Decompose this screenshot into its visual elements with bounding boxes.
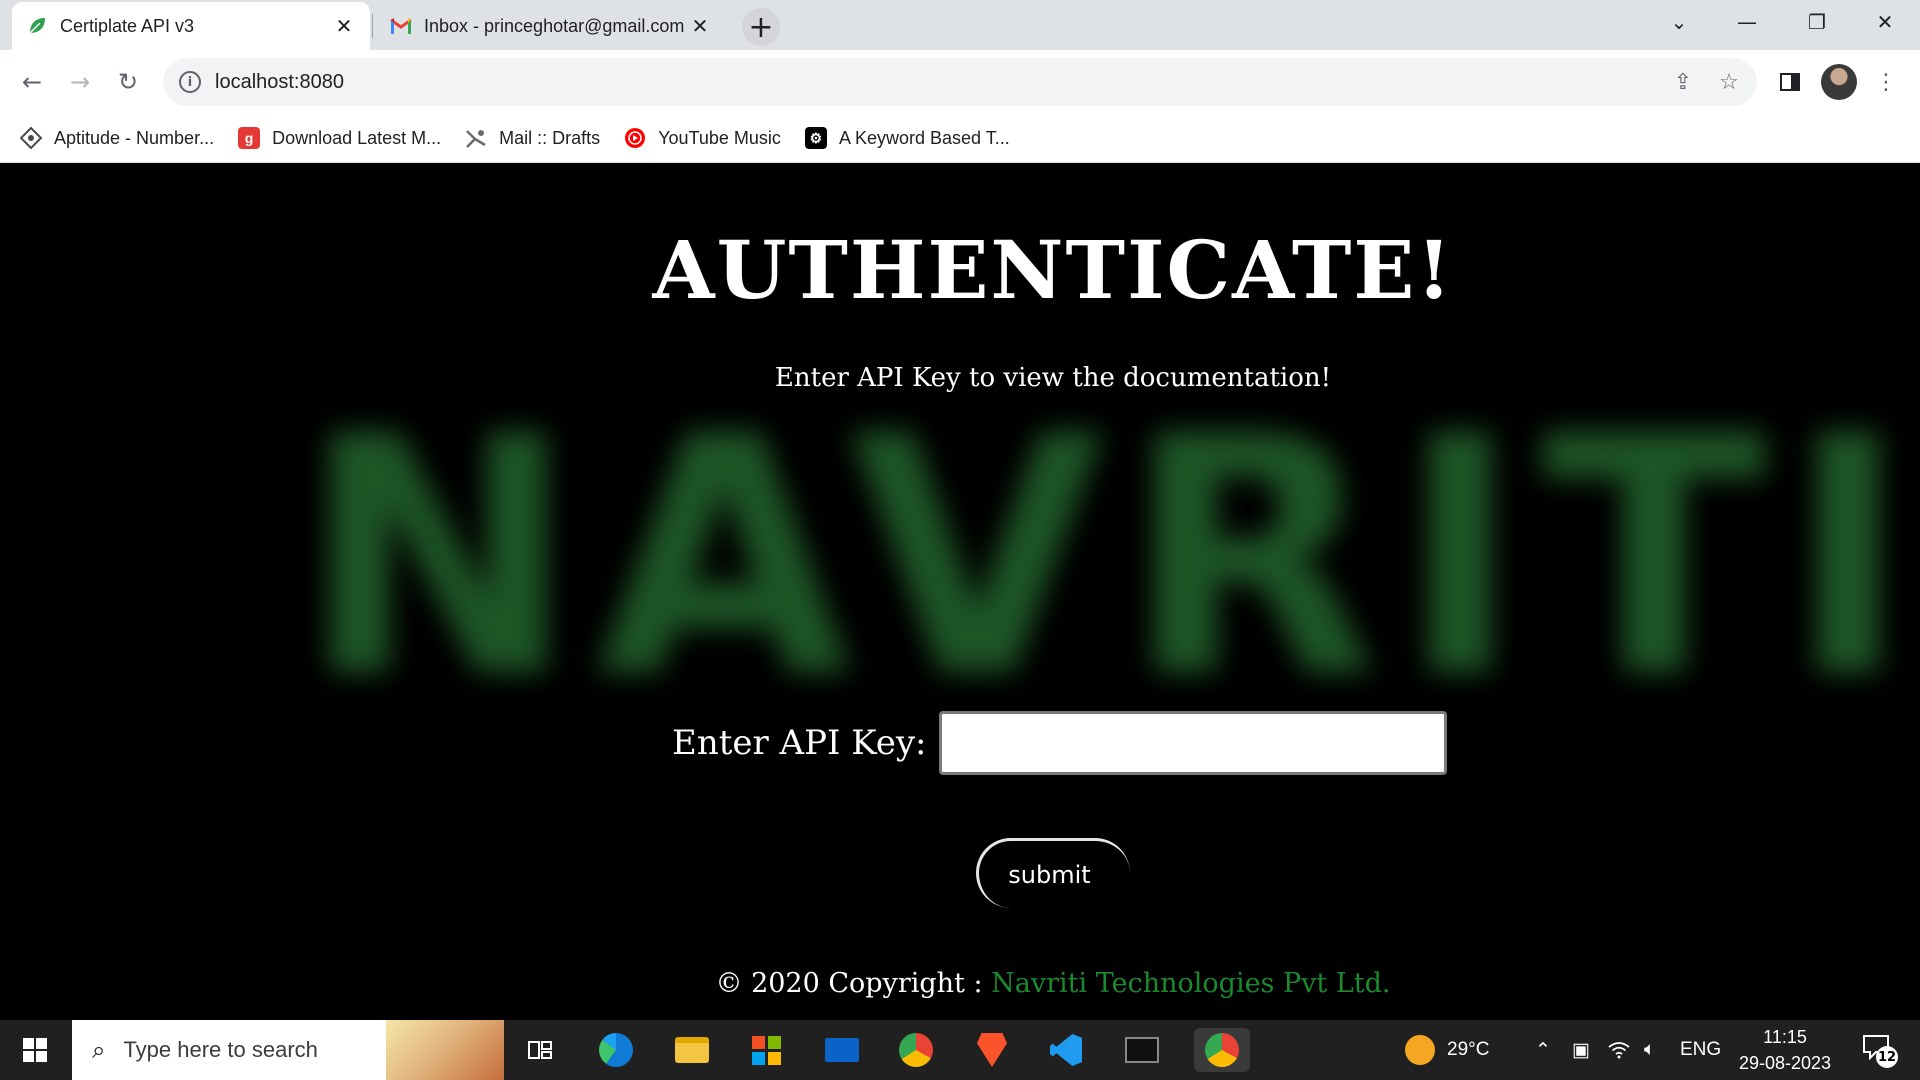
bookmark-keyword[interactable]: ⚙ A Keyword Based T... <box>804 127 1010 149</box>
bookmark-label: A Keyword Based T... <box>838 127 1010 148</box>
forward-arrow-icon[interactable]: → <box>60 62 100 102</box>
browser-toolbar: ← → ↻ i localhost:8080 ⇪ ☆ ⋮ <box>0 50 1920 114</box>
search-highlight-illustration <box>386 1020 504 1080</box>
aptitude-icon <box>20 127 42 149</box>
vscode-icon[interactable] <box>1044 1028 1088 1072</box>
clock-time: 11:15 <box>1763 1027 1807 1047</box>
menu-dots-icon[interactable]: ⋮ <box>1866 62 1906 102</box>
gear-icon: ⚙ <box>804 127 827 149</box>
bookmark-label: YouTube Music <box>658 127 781 148</box>
youtube-music-icon <box>624 127 646 149</box>
address-bar[interactable]: i localhost:8080 ⇪ ☆ <box>163 58 1757 106</box>
notification-count-badge: 12 <box>1876 1046 1898 1068</box>
windows-logo-icon <box>23 1038 47 1062</box>
url-text[interactable]: localhost:8080 <box>215 71 1665 94</box>
taskbar-search[interactable]: ⌕ Type here to search <box>72 1020 504 1080</box>
submit-button[interactable]: submit <box>976 838 1130 908</box>
company-link[interactable]: Navriti Technologies Pvt Ltd. <box>991 968 1390 999</box>
task-view-icon[interactable] <box>518 1028 562 1072</box>
close-icon[interactable]: ✕ <box>688 14 712 38</box>
sun-icon <box>1405 1035 1435 1065</box>
g-icon: g <box>238 127 261 149</box>
star-icon[interactable]: ☆ <box>1711 64 1747 100</box>
bookmark-mail-drafts[interactable]: Mail :: Drafts <box>465 127 600 149</box>
search-placeholder: Type here to search <box>123 1037 318 1062</box>
wifi-icon[interactable] <box>1608 1020 1630 1080</box>
bookmark-aptitude[interactable]: Aptitude - Number... <box>20 127 214 149</box>
minimize-icon[interactable]: — <box>1716 0 1778 44</box>
microsoft-store-icon[interactable] <box>744 1028 788 1072</box>
clock-date: 29-08-2023 <box>1738 1053 1832 1073</box>
api-key-input[interactable] <box>938 711 1447 775</box>
meet-now-icon[interactable]: ▣ <box>1572 1020 1590 1080</box>
edge-icon[interactable] <box>594 1028 638 1072</box>
tab-separator <box>372 14 373 38</box>
api-key-form: Enter API Key: <box>672 711 1447 775</box>
tab-strip: Certiplate API v3 ✕ Inbox - princeghotar… <box>0 0 1920 50</box>
browser-chrome: Certiplate API v3 ✕ Inbox - princeghotar… <box>0 0 1920 163</box>
notification-center-icon[interactable]: 12 <box>1862 1034 1898 1068</box>
windows-taskbar: ⌕ Type here to search 29°C ⌃ ▣ 🔈︎ ENG 11… <box>0 1020 1920 1080</box>
page-content: NAVRITI AUTHENTICATE! Enter API Key to v… <box>0 163 1920 1020</box>
reload-icon[interactable]: ↻ <box>108 62 148 102</box>
api-key-label: Enter API Key: <box>672 723 927 763</box>
restore-icon[interactable]: ❐ <box>1786 0 1848 44</box>
bookmark-youtube-music[interactable]: YouTube Music <box>624 127 781 149</box>
info-icon[interactable]: i <box>179 71 201 93</box>
search-icon: ⌕ <box>92 1036 106 1064</box>
bookmarks-bar: Aptitude - Number... g Download Latest M… <box>0 114 1920 163</box>
side-panel-icon[interactable] <box>1770 62 1810 102</box>
tab-certiplate[interactable]: Certiplate API v3 ✕ <box>12 2 370 50</box>
close-icon[interactable]: ✕ <box>332 14 356 38</box>
tab-title: Certiplate API v3 <box>60 15 195 36</box>
navriti-watermark: NAVRITI <box>300 366 1920 750</box>
page-subtitle: Enter API Key to view the documentation! <box>774 363 1332 393</box>
bookmark-label: Download Latest M... <box>272 127 442 148</box>
start-button[interactable] <box>0 1020 70 1080</box>
tab-title: Inbox - princeghotar@gmail.com <box>424 15 685 36</box>
copyright-text: © 2020 Copyright : <box>715 968 992 999</box>
page-title: AUTHENTICATE! <box>652 223 1454 317</box>
tab-gmail-inbox[interactable]: Inbox - princeghotar@gmail.com ✕ <box>376 2 726 50</box>
new-tab-button[interactable]: + <box>742 8 780 46</box>
file-explorer-icon[interactable] <box>670 1028 714 1072</box>
leaf-icon <box>26 15 48 37</box>
volume-icon[interactable]: 🔈︎ <box>1644 1020 1655 1080</box>
mail-icon <box>465 127 487 149</box>
bookmark-download[interactable]: g Download Latest M... <box>238 127 441 149</box>
show-hidden-icons-chevron-icon[interactable]: ⌃ <box>1535 1020 1551 1080</box>
weather-widget[interactable]: 29°C <box>1405 1020 1489 1080</box>
chrome-active-icon[interactable] <box>1194 1028 1250 1072</box>
back-arrow-icon[interactable]: ← <box>12 62 52 102</box>
share-icon[interactable]: ⇪ <box>1665 64 1701 100</box>
mail-app-icon[interactable] <box>820 1028 864 1072</box>
brave-icon[interactable] <box>970 1028 1014 1072</box>
chrome-icon[interactable] <box>894 1028 938 1072</box>
gmail-icon <box>390 15 412 37</box>
copyright-footer: © 2020 Copyright : Navriti Technologies … <box>0 968 1920 999</box>
tab-search-chevron-icon[interactable]: ⌄ <box>1648 0 1710 44</box>
bookmark-label: Mail :: Drafts <box>499 127 601 148</box>
bookmark-label: Aptitude - Number... <box>54 127 215 148</box>
weather-temperature: 29°C <box>1447 1039 1490 1060</box>
terminal-icon[interactable] <box>1120 1028 1164 1072</box>
input-language[interactable]: ENG <box>1680 1020 1721 1080</box>
profile-avatar[interactable] <box>1821 64 1857 100</box>
close-window-icon[interactable]: ✕ <box>1854 0 1916 44</box>
system-clock[interactable]: 11:15 29-08-2023 <box>1730 1024 1840 1076</box>
